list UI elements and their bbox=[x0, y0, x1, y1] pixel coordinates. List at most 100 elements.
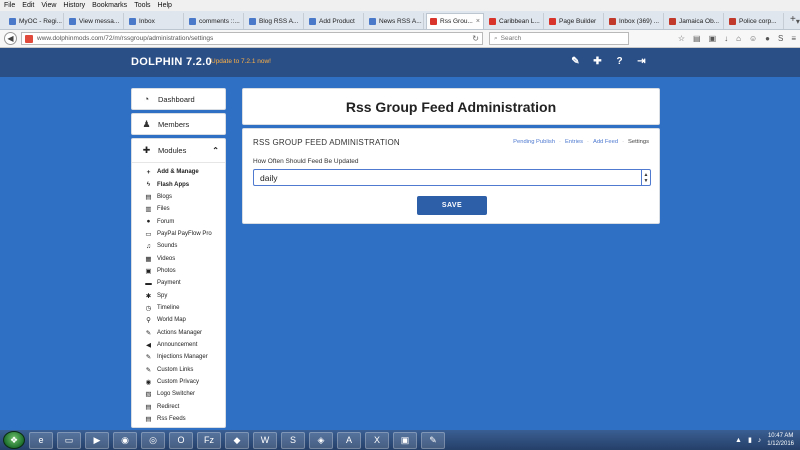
browser-tab[interactable]: MyOC - Regi... bbox=[6, 13, 64, 29]
select-arrow-icon[interactable]: ▲ ▼ bbox=[641, 170, 650, 185]
browser-tab[interactable]: Inbox bbox=[126, 13, 184, 29]
taskbar-frog-icon[interactable]: ◆ bbox=[225, 431, 249, 449]
lock-icon[interactable]: ▣ bbox=[709, 34, 717, 43]
reading-list-icon[interactable]: ▤ bbox=[693, 34, 701, 43]
module-item[interactable]: ▥ Files bbox=[132, 203, 225, 215]
browser-tab[interactable]: Caribbean L... bbox=[486, 13, 544, 29]
tray-up-icon[interactable]: ▲ bbox=[735, 437, 742, 444]
module-item[interactable]: ▣ Photos bbox=[132, 265, 225, 277]
module-item[interactable]: ✎ Custom Links bbox=[132, 364, 225, 376]
module-item[interactable]: ● Forum bbox=[132, 215, 225, 227]
puzzle-icon[interactable]: ✚ bbox=[592, 56, 603, 67]
tab-label: comments ::... bbox=[199, 17, 240, 25]
browser-tab[interactable]: Jamaica Ob... bbox=[666, 13, 724, 29]
browser-tab[interactable]: comments ::... bbox=[186, 13, 244, 29]
home-icon[interactable]: ⌂ bbox=[736, 34, 741, 43]
edit-icon[interactable]: ✎ bbox=[570, 56, 581, 67]
browser-tab[interactable]: Blog RSS A... bbox=[246, 13, 304, 29]
bookmark-star-icon[interactable]: ☆ bbox=[678, 34, 685, 43]
close-tab-icon[interactable]: × bbox=[476, 18, 480, 25]
update-notice-link[interactable]: Update to 7.2.1 now! bbox=[211, 58, 271, 65]
module-item[interactable]: ▧ Logo Switcher bbox=[132, 388, 225, 400]
module-item[interactable]: ▤ Rss Feeds bbox=[132, 413, 225, 425]
sidebar-item-modules[interactable]: ✚ Modules ⌃ bbox=[132, 139, 225, 163]
start-button[interactable]: ❖ bbox=[3, 431, 25, 449]
taskbar-acrobat-icon[interactable]: A bbox=[337, 431, 361, 449]
module-label: Photos bbox=[157, 267, 176, 274]
menu-item-file[interactable]: File bbox=[4, 2, 15, 9]
network-icon[interactable]: ▮ bbox=[748, 436, 752, 444]
browser-tab[interactable]: Rss Grou... × bbox=[426, 13, 484, 29]
chevron-up-icon[interactable]: ⌃ bbox=[212, 146, 219, 155]
module-item[interactable]: ▭ PayPal PayFlow Pro bbox=[132, 228, 225, 240]
module-item[interactable]: + Add & Manage bbox=[132, 166, 225, 178]
system-clock[interactable]: 10:47 AM 1/12/2016 bbox=[767, 432, 794, 448]
browser-tab[interactable]: Page Builder bbox=[546, 13, 604, 29]
browser-tab[interactable]: View messa... bbox=[66, 13, 124, 29]
module-item[interactable]: ▤Memorials bbox=[132, 425, 225, 427]
module-item[interactable]: ▬ Payment bbox=[132, 277, 225, 289]
menu-item-bookmarks[interactable]: Bookmarks bbox=[92, 2, 127, 9]
module-item[interactable]: ▤ Redirect bbox=[132, 401, 225, 413]
volume-icon[interactable]: ♪ bbox=[758, 437, 762, 444]
taskbar-word-icon[interactable]: W bbox=[253, 431, 277, 449]
menu-icon[interactable]: ≡ bbox=[791, 34, 796, 43]
search-input[interactable] bbox=[500, 35, 611, 42]
browser-tab[interactable]: News RSS A... bbox=[366, 13, 424, 29]
taskbar-skype-icon[interactable]: S bbox=[281, 431, 305, 449]
save-button[interactable]: SAVE bbox=[417, 196, 487, 215]
panel-link-settings[interactable]: Settings bbox=[628, 139, 649, 145]
chat-icon[interactable]: ● bbox=[765, 34, 770, 43]
taskbar-firefox-icon[interactable]: ◉ bbox=[113, 431, 137, 449]
download-icon[interactable]: ↓ bbox=[724, 34, 728, 43]
module-item[interactable]: ▤ Blogs bbox=[132, 191, 225, 203]
module-item[interactable]: ▦ Videos bbox=[132, 252, 225, 264]
module-item[interactable]: ◷ Timeline bbox=[132, 302, 225, 314]
module-item[interactable]: ϟ Flash Apps bbox=[132, 178, 225, 190]
help-icon[interactable]: ? bbox=[614, 56, 625, 67]
sidebar-item-members[interactable]: ♟ Members bbox=[131, 113, 226, 135]
url-text[interactable]: www.dolphinmods.com/72/m/rssgroup/admini… bbox=[37, 35, 472, 42]
taskbar-explorer-icon[interactable]: ▭ bbox=[57, 431, 81, 449]
taskbar-photo-icon[interactable]: ▣ bbox=[393, 431, 417, 449]
tab-label: Rss Grou... bbox=[440, 18, 473, 25]
taskbar-eraser-icon[interactable]: ◈ bbox=[309, 431, 333, 449]
menu-item-history[interactable]: History bbox=[63, 2, 85, 9]
browser-tab[interactable]: Inbox (369) ... bbox=[606, 13, 664, 29]
panel-link-add-feed[interactable]: Add Feed bbox=[593, 139, 618, 145]
logout-icon[interactable]: ⇥ bbox=[636, 56, 647, 67]
back-button[interactable]: ◀ bbox=[4, 32, 17, 45]
taskbar-excel-icon[interactable]: X bbox=[365, 431, 389, 449]
taskbar-chrome-icon[interactable]: ◎ bbox=[141, 431, 165, 449]
module-item[interactable]: ◉ Custom Privacy bbox=[132, 376, 225, 388]
menu-item-view[interactable]: View bbox=[41, 2, 56, 9]
browser-tab[interactable]: Add Product bbox=[306, 13, 364, 29]
module-item[interactable]: ✱ Spy bbox=[132, 289, 225, 301]
browser-tab[interactable]: Police corp... bbox=[726, 13, 784, 29]
panel-link-entries[interactable]: Entries bbox=[565, 139, 583, 145]
module-item[interactable]: ⚲ World Map bbox=[132, 314, 225, 326]
module-item[interactable]: ✎ Actions Manager bbox=[132, 326, 225, 338]
skype-icon[interactable]: S bbox=[778, 34, 783, 43]
module-item[interactable]: ✎ Injections Manager bbox=[132, 351, 225, 363]
menu-item-tools[interactable]: Tools bbox=[134, 2, 150, 9]
menu-item-help[interactable]: Help bbox=[158, 2, 172, 9]
tab-list-icon[interactable]: ▾ bbox=[796, 17, 800, 26]
app-brand[interactable]: DOLPHIN 7.2.0 bbox=[131, 56, 212, 68]
module-item[interactable]: ♫ Sounds bbox=[132, 240, 225, 252]
link-separator: · bbox=[559, 139, 561, 145]
taskbar-outlook-icon[interactable]: O bbox=[169, 431, 193, 449]
update-frequency-select[interactable]: daily ▲ ▼ bbox=[253, 169, 651, 186]
menu-item-edit[interactable]: Edit bbox=[22, 2, 34, 9]
taskbar-ie-icon[interactable]: e bbox=[29, 431, 53, 449]
smiley-icon[interactable]: ☺ bbox=[749, 34, 757, 43]
taskbar-media-icon[interactable]: ▶ bbox=[85, 431, 109, 449]
taskbar-filezilla-icon[interactable]: Fz bbox=[197, 431, 221, 449]
panel-link-pending-publish[interactable]: Pending Publish bbox=[513, 139, 555, 145]
url-bar[interactable]: www.dolphinmods.com/72/m/rssgroup/admini… bbox=[21, 32, 483, 45]
sidebar-item-dashboard[interactable]: ◔ Dashboard bbox=[131, 88, 226, 110]
module-item[interactable]: ◀ Announcement bbox=[132, 339, 225, 351]
search-box[interactable]: ⌕ bbox=[489, 32, 629, 45]
taskbar-paint-icon[interactable]: ✎ bbox=[421, 431, 445, 449]
reload-icon[interactable]: ↻ bbox=[472, 34, 479, 43]
